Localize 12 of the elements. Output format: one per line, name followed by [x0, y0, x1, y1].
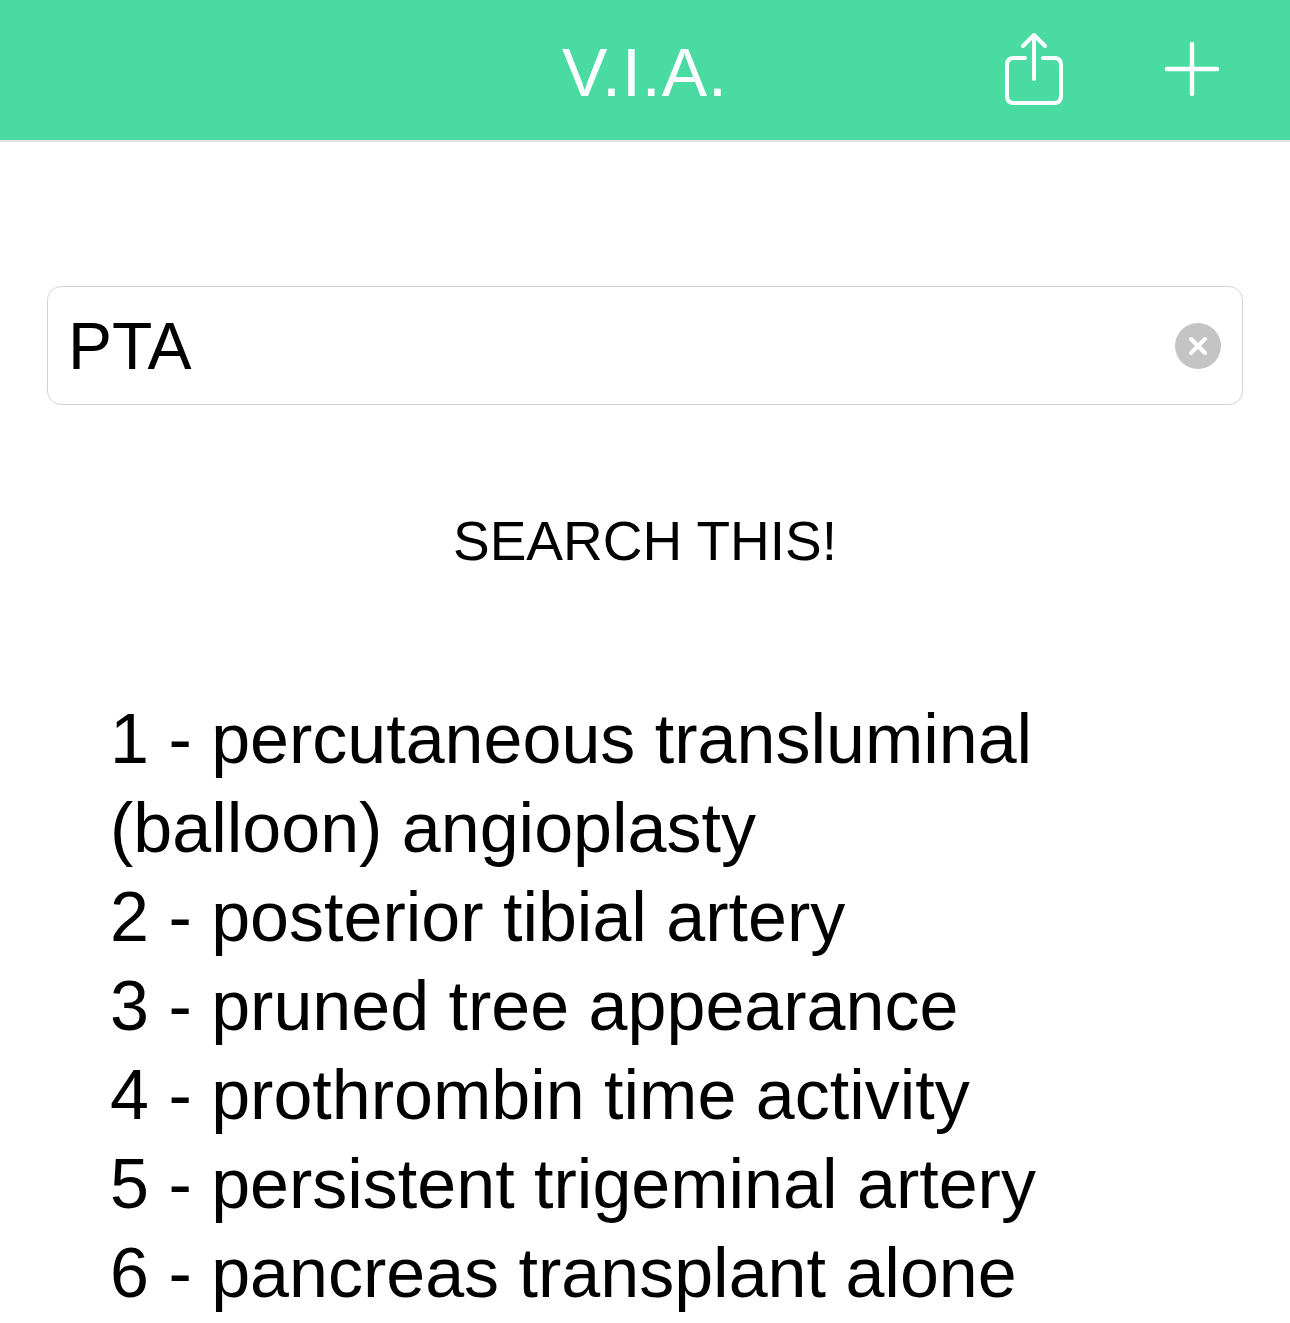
search-field[interactable]: PTA — [47, 286, 1243, 405]
result-text: 4 - prothrombin time activity — [110, 1055, 971, 1136]
search-button[interactable]: SEARCH THIS! — [444, 505, 846, 577]
result-text: 3 - pruned tree appearance — [110, 966, 960, 1047]
result-text: 1 - percutaneous transluminal (balloon) angioplasty — [110, 699, 1034, 869]
result-text: 2 - posterior tibial artery — [110, 877, 847, 958]
result-text: 6 - pancreas transplant alone — [110, 1233, 1018, 1314]
app-title: V.I.A. — [561, 33, 728, 111]
result-text: 5 - persistent trigeminal artery — [110, 1144, 1037, 1225]
plus-icon — [1164, 40, 1220, 97]
close-icon — [1188, 335, 1208, 356]
share-icon — [1004, 31, 1064, 106]
